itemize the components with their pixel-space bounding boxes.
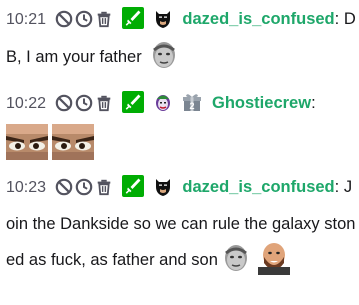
username[interactable]: dazed_is_confused (182, 178, 334, 196)
batman-badge-icon[interactable] (152, 7, 174, 29)
message-colon: : (334, 10, 340, 28)
delete-icon[interactable] (95, 94, 113, 112)
moderator-sword-icon[interactable] (122, 7, 145, 29)
timeout-icon[interactable] (75, 94, 93, 112)
angry-eyes-emote[interactable] (6, 124, 48, 160)
gift-count: 2 (190, 101, 195, 111)
username[interactable]: Ghostiecrew (212, 94, 311, 112)
moderator-sword-icon[interactable] (122, 175, 145, 197)
mod-actions (55, 6, 115, 40)
ban-icon[interactable] (55, 178, 73, 196)
delete-icon[interactable] (95, 10, 113, 28)
kappa-face-emote[interactable] (222, 243, 250, 275)
delete-icon[interactable] (95, 178, 113, 196)
timestamp: 10:23 (6, 179, 47, 196)
batman-badge-icon[interactable] (152, 175, 174, 197)
joker-badge-icon[interactable] (152, 91, 174, 113)
chat-log: 10:21 dazed_is_confused: DB, I am your f… (6, 0, 356, 277)
angry-eyes-emote[interactable] (52, 124, 94, 160)
mod-actions (55, 175, 115, 208)
timestamp: 10:21 (6, 11, 47, 28)
kappa-face-emote[interactable] (150, 40, 178, 72)
sub-gift-badge-icon[interactable]: 2 (181, 91, 203, 113)
ban-icon[interactable] (55, 94, 73, 112)
chat-message: 10:22 2 Ghostiecrew: (6, 86, 356, 124)
message-colon: : (334, 178, 340, 196)
chat-message: 10:21 dazed_is_confused: DB, I am your f… (6, 2, 356, 74)
username[interactable]: dazed_is_confused (182, 10, 334, 28)
message-colon: : (311, 94, 316, 112)
moderator-sword-icon[interactable] (122, 91, 145, 113)
mod-actions (55, 90, 115, 124)
timeout-icon[interactable] (75, 178, 93, 196)
timestamp: 10:22 (6, 95, 47, 112)
bald-man-emote[interactable] (256, 241, 292, 275)
chat-message-emotes (6, 124, 356, 163)
ban-icon[interactable] (55, 10, 73, 28)
timeout-icon[interactable] (75, 10, 93, 28)
chat-message: 10:23 dazed_is_confused: Join the Danksi… (6, 171, 356, 277)
